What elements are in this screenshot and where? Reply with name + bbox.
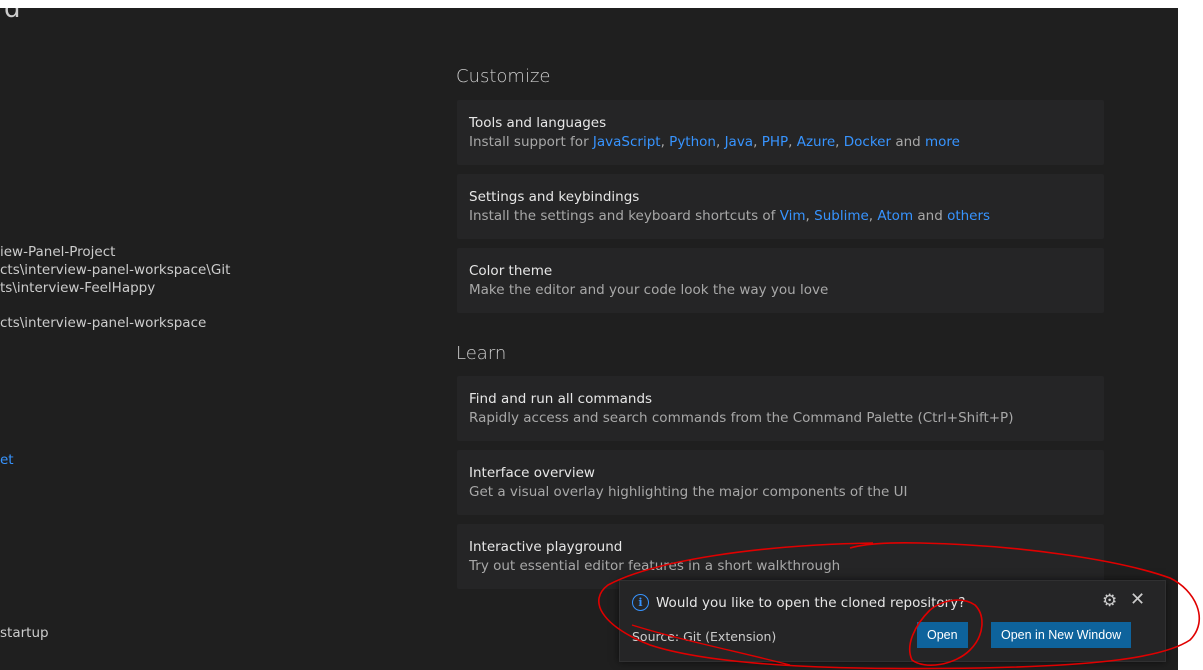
card-description: Try out essential editor features in a s… (469, 558, 841, 574)
gear-icon[interactable]: ⚙ (1102, 591, 1117, 611)
customize-heading: Customize (456, 66, 551, 87)
walkthrough-link[interactable]: et (0, 452, 14, 468)
sep: , (788, 134, 797, 150)
sep: , (753, 134, 762, 150)
open-in-new-window-button[interactable]: Open in New Window (991, 622, 1132, 648)
card-title: Find and run all commands (469, 391, 653, 407)
link-more[interactable]: more (925, 134, 960, 150)
link-sublime[interactable]: Sublime (814, 208, 869, 224)
link-python[interactable]: Python (669, 134, 716, 150)
recent-item-path-2: cts\interview-panel-workspace\Git (0, 262, 231, 278)
show-on-startup-label[interactable]: startup (0, 625, 49, 641)
notification-toast: i Would you like to open the cloned repo… (619, 580, 1166, 662)
card-title: Color theme (469, 263, 553, 279)
card-description: Install support for JavaScript, Python, … (469, 132, 1092, 152)
and-text: and (913, 208, 948, 224)
info-icon: i (632, 594, 649, 611)
card-description: Rapidly access and search commands from … (469, 410, 1014, 426)
close-icon[interactable]: ✕ (1130, 589, 1145, 610)
card-settings-and-keybindings[interactable]: Settings and keybindings Install the set… (457, 174, 1104, 239)
card-find-and-run-commands[interactable]: Find and run all commands Rapidly access… (457, 376, 1104, 441)
link-php[interactable]: PHP (762, 134, 788, 150)
and-text: and (891, 134, 926, 150)
recent-item-path-4: cts\interview-panel-workspace (0, 315, 207, 331)
link-others[interactable]: others (947, 208, 990, 224)
notification-text: Would you like to open the cloned reposi… (656, 594, 966, 611)
card-title: Interactive playground (469, 539, 623, 555)
link-azure[interactable]: Azure (797, 134, 835, 150)
link-vim[interactable]: Vim (780, 208, 806, 224)
link-javascript[interactable]: JavaScript (593, 134, 661, 150)
card-title: Interface overview (469, 465, 595, 481)
desc-text: Install the settings and keyboard shortc… (469, 208, 780, 224)
card-title: Settings and keybindings (469, 189, 640, 205)
card-title: Tools and languages (469, 115, 607, 131)
card-color-theme[interactable]: Color theme Make the editor and your cod… (457, 248, 1104, 313)
card-description: Get a visual overlay highlighting the ma… (469, 484, 908, 500)
recent-item-path-3: ts\interview-FeelHappy (0, 280, 156, 296)
link-java[interactable]: Java (725, 134, 754, 150)
card-description: Make the editor and your code look the w… (469, 282, 829, 298)
recent-item-1[interactable]: iew-Panel-Project (0, 244, 115, 260)
card-interface-overview[interactable]: Interface overview Get a visual overlay … (457, 450, 1104, 515)
sep: , (805, 208, 815, 224)
welcome-page: d iew-Panel-Project cts\interview-panel-… (0, 8, 1178, 670)
learn-heading: Learn (456, 343, 507, 364)
sep: , (835, 134, 844, 150)
sep: , (715, 134, 725, 150)
sep: , (660, 134, 670, 150)
desc-text: Install support for (469, 134, 593, 150)
notification-source: Source: Git (Extension) (632, 629, 777, 644)
card-description: Install the settings and keyboard shortc… (469, 206, 1092, 226)
link-atom[interactable]: Atom (877, 208, 913, 224)
notification-message: i Would you like to open the cloned repo… (632, 594, 965, 611)
link-docker[interactable]: Docker (844, 134, 891, 150)
open-button[interactable]: Open (917, 622, 968, 648)
card-tools-and-languages[interactable]: Tools and languages Install support for … (457, 100, 1104, 165)
page-heading-fragment: d (4, 8, 21, 24)
